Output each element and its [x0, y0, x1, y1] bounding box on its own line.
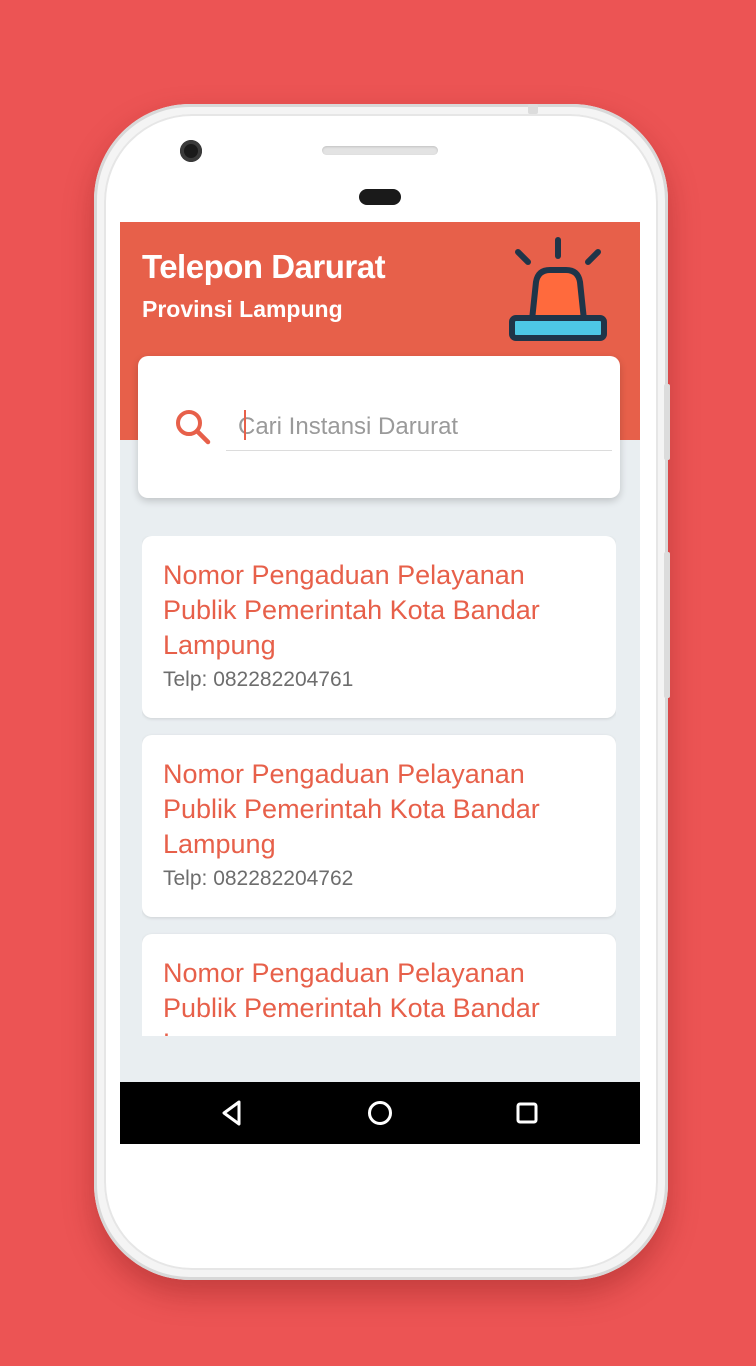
top-speaker [322, 146, 438, 155]
siren-icon [509, 237, 607, 341]
search-input[interactable] [226, 404, 612, 451]
app-screen: Telepon Darurat Provinsi Lampung Nomor P… [120, 222, 640, 1144]
list-item[interactable]: Nomor Pengaduan Pelayanan Publik Pemerin… [142, 536, 616, 718]
earpiece [359, 189, 401, 205]
search-card [138, 356, 620, 498]
phone-side-button [528, 104, 538, 114]
recents-square-icon[interactable] [512, 1098, 542, 1128]
item-title: Nomor Pengaduan Pelayanan Publik Pemerin… [163, 958, 540, 1036]
app-subtitle: Provinsi Lampung [142, 296, 343, 322]
back-triangle-icon[interactable] [217, 1098, 247, 1128]
item-phone: Telp: 082282204761 [163, 668, 354, 691]
emergency-list: Nomor Pengaduan Pelayanan Publik Pemerin… [142, 536, 616, 1036]
phone-power-button [664, 384, 670, 460]
phone-volume-button [664, 552, 670, 698]
search-icon [176, 410, 211, 445]
list-item[interactable]: Nomor Pengaduan Pelayanan Publik Pemerin… [142, 735, 616, 917]
item-title: Nomor Pengaduan Pelayanan Publik Pemerin… [163, 560, 540, 660]
item-phone: Telp: 082282204762 [163, 867, 354, 890]
text-cursor [244, 410, 246, 440]
list-item[interactable]: Nomor Pengaduan Pelayanan Publik Pemerin… [142, 934, 616, 1036]
home-circle-icon[interactable] [365, 1098, 395, 1128]
item-title: Nomor Pengaduan Pelayanan Publik Pemerin… [163, 759, 540, 859]
app-title: Telepon Darurat [142, 248, 386, 285]
front-camera [180, 140, 202, 162]
android-nav-bar [120, 1082, 640, 1144]
